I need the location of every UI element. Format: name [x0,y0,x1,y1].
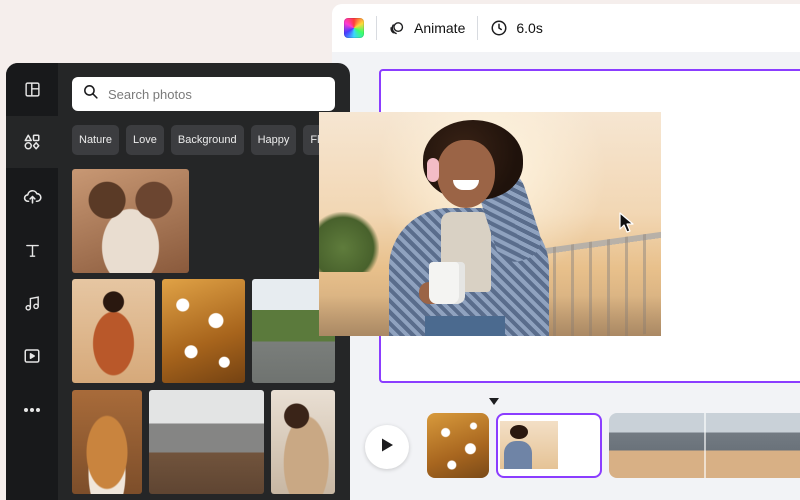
elements-icon [23,133,41,151]
playhead-marker[interactable] [489,398,499,405]
sidebar-item-audio[interactable] [6,277,58,329]
toolbar-divider [477,16,479,40]
category-chips: Nature Love Background Happy Flowers [72,125,342,155]
chip-love[interactable]: Love [126,125,164,155]
animate-label: Animate [414,20,466,36]
sidebar-item-text[interactable] [6,224,58,276]
dragged-photo-woman-headphones[interactable] [319,112,661,336]
sidebar-item-more[interactable] [6,384,58,436]
mouse-cursor-icon [619,212,635,239]
search-input[interactable] [108,86,308,102]
timeline-clip-mountains[interactable] [609,413,800,478]
photo-thumbnail[interactable] [72,279,155,383]
toolbar-divider [376,16,377,40]
headphones-icon [427,158,439,182]
color-picker-swatch[interactable] [344,18,364,38]
photo-thumbnail[interactable] [72,390,142,494]
play-button[interactable] [365,425,409,469]
editor-toolbar: Animate 6.0s [332,4,800,52]
sidebar-item-elements[interactable] [6,116,58,168]
duration-label: 6.0s [516,20,543,36]
side-panel: Nature Love Background Happy Flowers [6,63,350,500]
search-icon [82,83,99,105]
photo-thumbnail[interactable] [149,390,264,494]
timeline-clip-selected[interactable] [496,413,602,478]
photo-search-box[interactable] [72,77,335,111]
clip-thumbnail-woman [500,421,558,469]
sidebar-item-layout[interactable] [6,63,58,115]
play-icon [379,437,395,458]
layout-icon [24,81,41,98]
clock-icon [490,19,508,37]
duration-button[interactable]: 6.0s [490,19,543,37]
chip-happy[interactable]: Happy [250,125,297,155]
animate-icon [389,20,406,37]
timeline-clip-daisies[interactable] [427,413,489,478]
clip-frame-divider [704,413,706,478]
photo-thumbnail[interactable] [271,390,335,494]
more-icon [23,407,41,413]
video-icon [23,347,41,365]
text-icon [24,242,41,259]
sidebar-item-uploads[interactable] [6,170,58,222]
music-icon [24,295,41,312]
sidebar-rail [6,63,58,500]
photo-thumbnail[interactable] [162,279,245,383]
chip-background[interactable]: Background [170,125,244,155]
chip-nature[interactable]: Nature [72,125,120,155]
photo-thumbnail[interactable] [72,169,189,273]
upload-cloud-icon [23,187,42,206]
sidebar-item-videos[interactable] [6,330,58,382]
animate-button[interactable]: Animate [389,20,465,37]
